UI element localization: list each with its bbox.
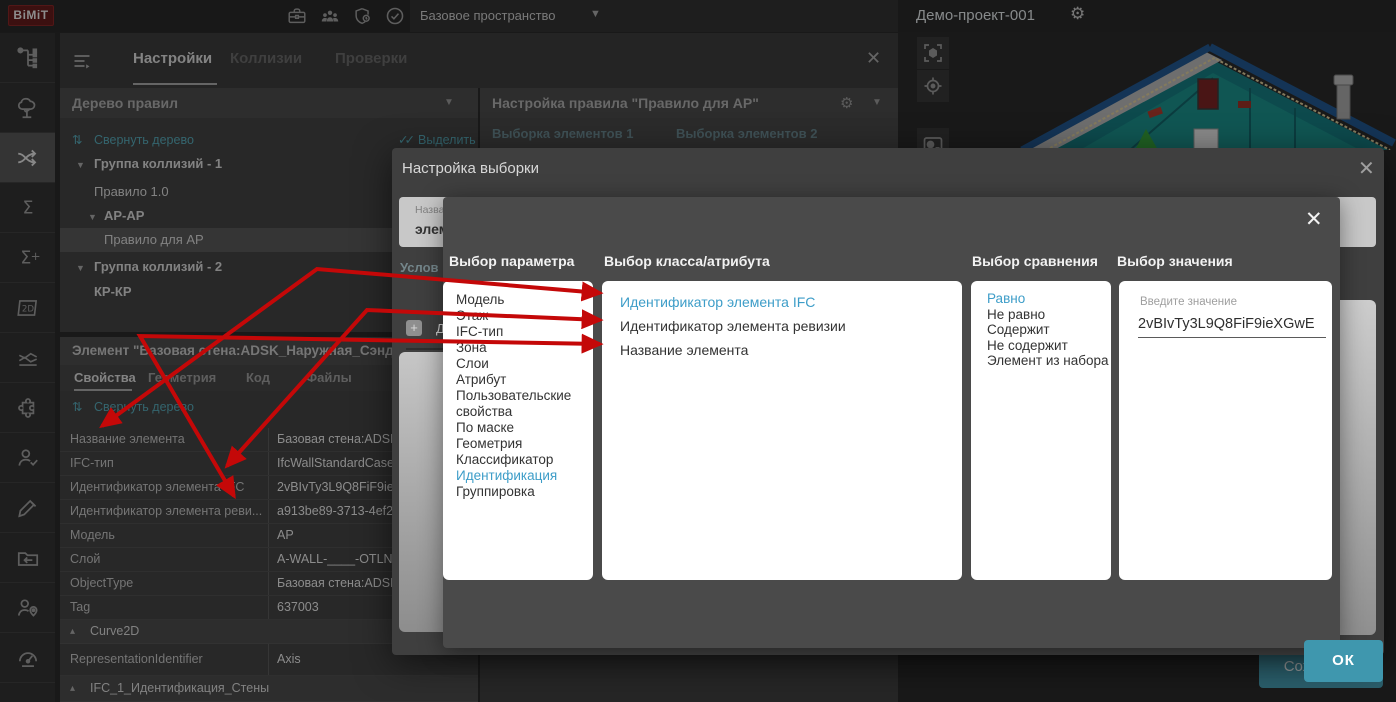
attribute-option-selected[interactable]: Идентификатор элемента IFC [620, 290, 962, 314]
parameter-option-selected[interactable]: Идентификация [456, 468, 593, 484]
condition-card-right [1336, 300, 1376, 635]
comparison-option[interactable]: Элемент из набора [987, 353, 1111, 369]
parameter-option[interactable]: По маске [456, 420, 593, 436]
comparison-option[interactable]: Не равно [987, 307, 1111, 323]
parameter-option[interactable]: Модель [456, 292, 593, 308]
conditions-label: Услов [400, 260, 439, 275]
value-column-title: Выбор значения [1117, 253, 1233, 269]
selection-settings-modal: Настройка выборки ✕ Назва элем Услов + Д… [392, 148, 1384, 655]
attribute-option[interactable]: Идентификатор элемента ревизии [620, 314, 962, 338]
name-input-label: Назва [415, 204, 444, 216]
condition-editor-overlay: ✕ Выбор параметра Выбор класса/атрибута … [443, 197, 1340, 648]
attribute-column-title: Выбор класса/атрибута [604, 253, 770, 269]
overlay-close-icon[interactable]: ✕ [1305, 207, 1323, 232]
value-input[interactable]: 2vBIvTy3L9Q8FiF9ieXGwE [1138, 316, 1315, 332]
value-box: Введите значение 2vBIvTy3L9Q8FiF9ieXGwE [1119, 281, 1332, 580]
parameter-option[interactable]: IFC-тип [456, 324, 593, 340]
parameter-column-title: Выбор параметра [449, 253, 574, 269]
parameter-option[interactable]: Слои [456, 356, 593, 372]
comparison-option[interactable]: Содержит [987, 322, 1111, 338]
comparison-option[interactable]: Не содержит [987, 338, 1111, 354]
modal-title: Настройка выборки [402, 160, 539, 177]
ok-button[interactable]: ОК [1304, 640, 1383, 682]
comparison-column-title: Выбор сравнения [972, 253, 1098, 269]
parameter-option[interactable]: Пользовательские свойства [456, 388, 593, 420]
attribute-list: Идентификатор элемента IFC Идентификатор… [602, 281, 962, 580]
comparison-list: Равно Не равно Содержит Не содержит Элем… [971, 281, 1111, 580]
parameter-option[interactable]: Группировка [456, 484, 593, 500]
app-window: BiMiT Базовое пространство ▼ Демо-проект… [0, 0, 1396, 702]
add-condition-button[interactable]: + [406, 320, 422, 336]
modal-close-icon[interactable]: ✕ [1358, 156, 1375, 181]
parameter-option[interactable]: Зона [456, 340, 593, 356]
comparison-option-selected[interactable]: Равно [987, 291, 1111, 307]
parameter-list: Модель Этаж IFC-тип Зона Слои Атрибут По… [443, 281, 593, 580]
value-input-underline [1138, 337, 1326, 338]
parameter-option[interactable]: Атрибут [456, 372, 593, 388]
parameter-option[interactable]: Геометрия [456, 436, 593, 452]
attribute-option[interactable]: Название элемента [620, 338, 962, 362]
parameter-option[interactable]: Классификатор [456, 452, 593, 468]
value-input-label: Введите значение [1140, 296, 1237, 308]
parameter-option[interactable]: Этаж [456, 308, 593, 324]
